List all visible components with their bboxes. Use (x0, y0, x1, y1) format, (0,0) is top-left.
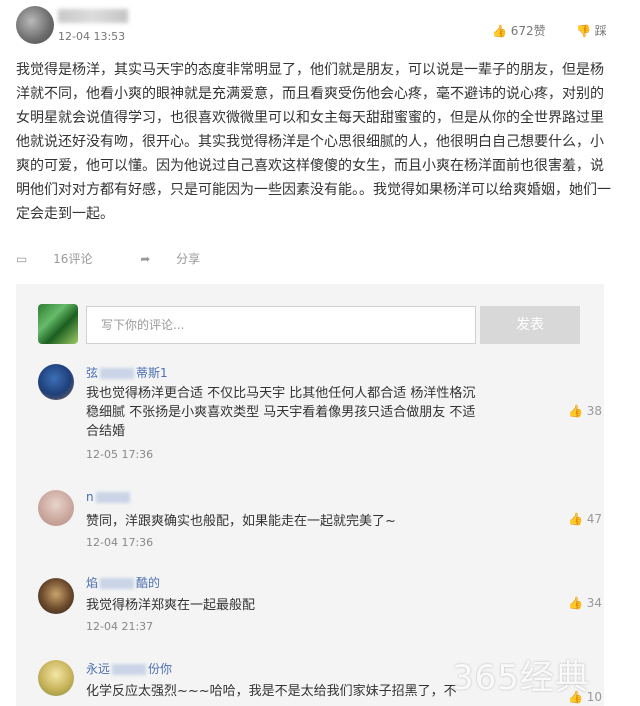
comment-text: 我觉得杨洋郑爽在一起最般配 (86, 598, 256, 613)
comments-count: 16评论 (53, 252, 93, 266)
commenter-name[interactable]: n (86, 490, 132, 504)
author-avatar[interactable] (16, 6, 54, 44)
comment-like-button[interactable]: 👍 34 (568, 596, 602, 610)
comment-input[interactable]: 写下你的评论... (86, 306, 476, 344)
dislike-button[interactable]: 👎 踩 (576, 22, 607, 39)
commenter-name[interactable]: 永远 份你 (86, 660, 172, 677)
comment-like-button[interactable]: 👍 38 (568, 404, 602, 418)
post-body: 我觉得是杨洋，其实马天宇的态度非常明显了，他们就是朋友，可以说是一辈子的朋友，但… (16, 62, 611, 222)
watermark: 365经典 (452, 658, 590, 698)
thumbs-up-icon: 👍 (492, 24, 507, 38)
comment-text: 赞同，洋跟爽确实也般配，如果能走在一起就完美了~ (86, 514, 396, 529)
share-button[interactable]: ➦ 分享 (140, 250, 222, 267)
thumbs-down-icon: 👎 (576, 24, 591, 38)
comment-icon: ▭ (16, 252, 28, 266)
commenter-name[interactable]: 焰酷的 (86, 574, 160, 591)
comment-panel: 写下你的评论... 发表 弦蒂斯1 我也觉得杨洋更合适 不仅比马天宇 比其他任何… (16, 284, 604, 706)
comment-time: 12-04 21:37 (86, 620, 154, 633)
comment-like-count: 47 (586, 512, 603, 526)
comment-like-count: 34 (586, 596, 603, 610)
thumbs-up-icon: 👍 (568, 404, 583, 418)
submit-comment-button[interactable]: 发表 (480, 306, 580, 344)
thumbs-up-icon: 👍 (568, 512, 583, 526)
thumbs-up-icon: 👍 (568, 596, 583, 610)
post-actions: ▭ 16评论 ➦ 分享 (16, 250, 244, 267)
comment-like-button[interactable]: 👍 47 (568, 512, 602, 526)
current-user-avatar (38, 304, 78, 344)
comment-text: 我也觉得杨洋更合适 不仅比马天宇 比其他任何人都合适 杨洋性格沉稳细腻 不张扬是… (86, 386, 476, 439)
like-button[interactable]: 👍 672赞 (492, 22, 546, 39)
post-time: 12-04 13:53 (58, 30, 126, 43)
share-label: 分享 (176, 252, 201, 266)
comment-time: 12-05 17:36 (86, 448, 154, 461)
comment-time: 12-04 17:36 (86, 536, 154, 549)
post-header: 12-04 13:53 👍 672赞 👎 踩 (0, 0, 640, 50)
share-arrow-icon: ➦ (140, 252, 151, 266)
commenter-name[interactable]: 弦蒂斯1 (86, 364, 168, 381)
commenter-avatar[interactable] (38, 660, 74, 696)
like-count: 672赞 (510, 24, 546, 38)
author-name-blurred[interactable] (58, 9, 128, 23)
comments-toggle[interactable]: ▭ 16评论 (16, 250, 114, 267)
comment-like-count: 38 (586, 404, 603, 418)
commenter-avatar[interactable] (38, 364, 74, 400)
commenter-avatar[interactable] (38, 490, 74, 526)
commenter-avatar[interactable] (38, 578, 74, 614)
dislike-label: 踩 (594, 24, 607, 38)
